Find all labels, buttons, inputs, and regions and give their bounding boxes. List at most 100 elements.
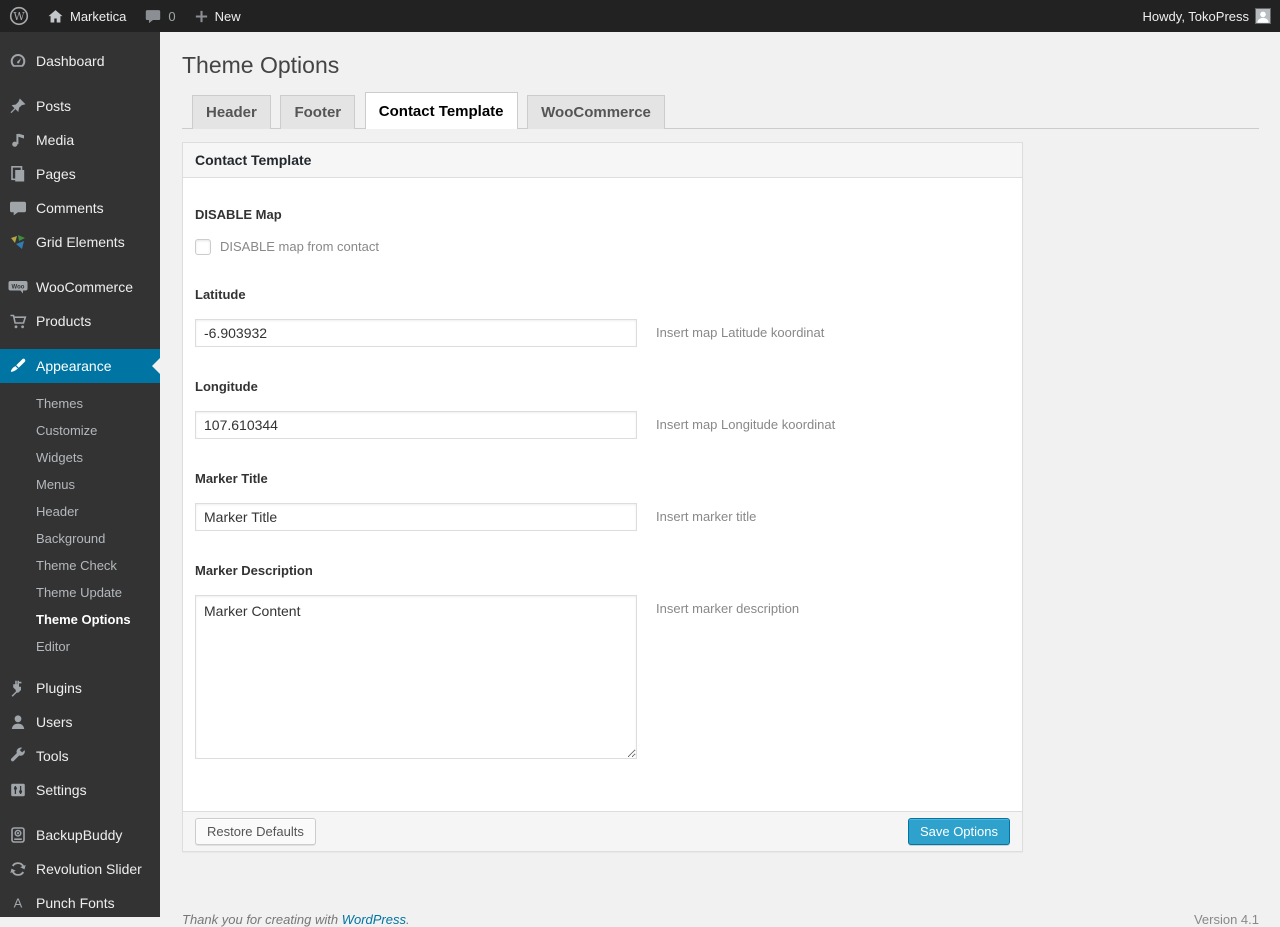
disable-map-field: DISABLE Map DISABLE map from contact (195, 207, 1010, 255)
sidebar-item-backupbuddy[interactable]: BackupBuddy (0, 818, 160, 852)
plugin-icon (0, 678, 36, 698)
tab-contact-template[interactable]: Contact Template (364, 91, 518, 129)
control-row: Insert marker title (195, 502, 1010, 531)
admin-bar: W Marketica 0 New Howdy, TokoPress (0, 0, 1280, 32)
field-label: Longitude (195, 378, 258, 394)
sidebar-item-pages[interactable]: Pages (0, 157, 160, 191)
plus-icon (194, 9, 209, 24)
submenu-item-background[interactable]: Background (0, 525, 160, 552)
submenu-item-widgets[interactable]: Widgets (0, 444, 160, 471)
panel-footer: Restore Defaults Save Options (183, 810, 1022, 851)
version-text: Version 4.1 (1193, 911, 1259, 927)
submenu-item-customize[interactable]: Customize (0, 417, 160, 444)
field-label: DISABLE Map (195, 206, 282, 222)
svg-text:A: A (14, 896, 23, 911)
submenu-item-theme-update[interactable]: Theme Update (0, 579, 160, 606)
sidebar-item-users[interactable]: Users (0, 705, 160, 739)
field-label: Marker Title (195, 470, 268, 486)
contact-template-panel: Contact Template DISABLE Map DISABLE map… (182, 141, 1023, 852)
my-account-menu[interactable]: Howdy, TokoPress (1134, 0, 1280, 32)
sidebar-item-label: Comments (36, 200, 104, 216)
sidebar-item-media[interactable]: Media (0, 123, 160, 157)
sidebar-item-label: Punch Fonts (36, 895, 115, 911)
save-options-button[interactable]: Save Options (907, 817, 1010, 845)
thanks-suffix: . (406, 911, 410, 927)
sidebar-separator (0, 338, 160, 349)
field-hint: Insert map Latitude koordinat (656, 324, 825, 340)
home-icon (47, 8, 64, 25)
sidebar-item-tools[interactable]: Tools (0, 739, 160, 773)
grid-elements-icon (0, 232, 36, 252)
tab-header[interactable]: Header (192, 94, 271, 129)
marker-title-field: Marker Title Insert marker title (195, 471, 1010, 531)
howdy-text: Howdy, TokoPress (1142, 8, 1249, 24)
comments-menu[interactable]: 0 (135, 0, 184, 32)
wordpress-logo-icon: W (9, 6, 29, 26)
woocommerce-icon: Woo (0, 277, 36, 297)
new-content-menu[interactable]: New (185, 0, 250, 32)
sidebar-item-posts[interactable]: Posts (0, 89, 160, 123)
submenu-item-themes[interactable]: Themes (0, 390, 160, 417)
sidebar-item-label: Grid Elements (36, 234, 125, 250)
avatar (1255, 8, 1271, 24)
longitude-input[interactable] (195, 410, 637, 439)
sidebar-item-label: Posts (36, 98, 72, 114)
field-label: Marker Description (195, 562, 313, 578)
wrench-icon (0, 746, 36, 766)
new-label: New (214, 8, 241, 24)
sidebar-item-label: WooCommerce (36, 279, 133, 295)
marker-title-input[interactable] (195, 502, 637, 531)
panel-body: DISABLE Map DISABLE map from contact Lat… (183, 178, 1022, 811)
settings-icon (0, 780, 36, 800)
control-row: Insert marker description (195, 594, 1010, 759)
thanks-text: Thank you for creating with WordPress. (182, 912, 410, 927)
media-icon (0, 130, 36, 150)
marker-description-textarea[interactable] (195, 594, 637, 759)
submenu-item-theme-check[interactable]: Theme Check (0, 552, 160, 579)
tab-woocommerce[interactable]: WooCommerce (527, 94, 665, 129)
sidebar-separator (0, 807, 160, 818)
latitude-input[interactable] (195, 318, 637, 347)
svg-text:Woo: Woo (12, 284, 25, 290)
latitude-field: Latitude Insert map Latitude koordinat (195, 287, 1010, 347)
submenu-item-editor[interactable]: Editor (0, 633, 160, 660)
sidebar-item-label: Plugins (36, 680, 82, 696)
sidebar-item-grid-elements[interactable]: Grid Elements (0, 225, 160, 259)
sidebar-item-label: Pages (36, 166, 76, 182)
disable-map-checkbox[interactable] (195, 238, 211, 255)
field-hint: Insert marker title (656, 508, 757, 524)
sidebar-item-label: Settings (36, 782, 87, 798)
user-icon (0, 712, 36, 732)
site-name-menu[interactable]: Marketica (38, 0, 135, 32)
sidebar-item-plugins[interactable]: Plugins (0, 671, 160, 705)
sidebar-item-punch-fonts[interactable]: A Punch Fonts (0, 886, 160, 920)
sidebar-item-dashboard[interactable]: Dashboard (0, 44, 160, 78)
field-hint: Insert marker description (656, 600, 800, 616)
appearance-submenu: Themes Customize Widgets Menus Header Ba… (0, 383, 160, 671)
sidebar-item-woocommerce[interactable]: Woo WooCommerce (0, 270, 160, 304)
submenu-item-menus[interactable]: Menus (0, 471, 160, 498)
submenu-item-theme-options[interactable]: Theme Options (0, 606, 160, 633)
cart-icon (0, 311, 36, 331)
control-row: Insert map Latitude koordinat (195, 318, 1010, 347)
submenu-item-header[interactable]: Header (0, 498, 160, 525)
restore-defaults-button[interactable]: Restore Defaults (195, 817, 316, 845)
sidebar-item-settings[interactable]: Settings (0, 773, 160, 807)
letter-a-icon: A (0, 893, 36, 913)
pushpin-icon (0, 96, 36, 116)
sidebar-item-appearance[interactable]: Appearance (0, 349, 160, 383)
wordpress-menu[interactable]: W (0, 0, 38, 32)
sidebar-item-products[interactable]: Products (0, 304, 160, 338)
page-footer: Thank you for creating with WordPress. V… (182, 852, 1259, 927)
control-row: Insert map Longitude koordinat (195, 410, 1010, 439)
backupbuddy-icon (0, 825, 36, 845)
tab-footer[interactable]: Footer (280, 94, 356, 129)
wordpress-link[interactable]: WordPress (342, 912, 406, 927)
page-title: Theme Options (182, 52, 340, 78)
paintbrush-icon (0, 356, 36, 376)
sidebar-item-comments[interactable]: Comments (0, 191, 160, 225)
sidebar-separator (0, 78, 160, 89)
sidebar-item-revolution-slider[interactable]: Revolution Slider (0, 852, 160, 886)
main-content: Theme Options Header Footer Contact Temp… (160, 32, 1280, 927)
tab-bar: Header Footer Contact Template WooCommer… (182, 91, 1259, 129)
